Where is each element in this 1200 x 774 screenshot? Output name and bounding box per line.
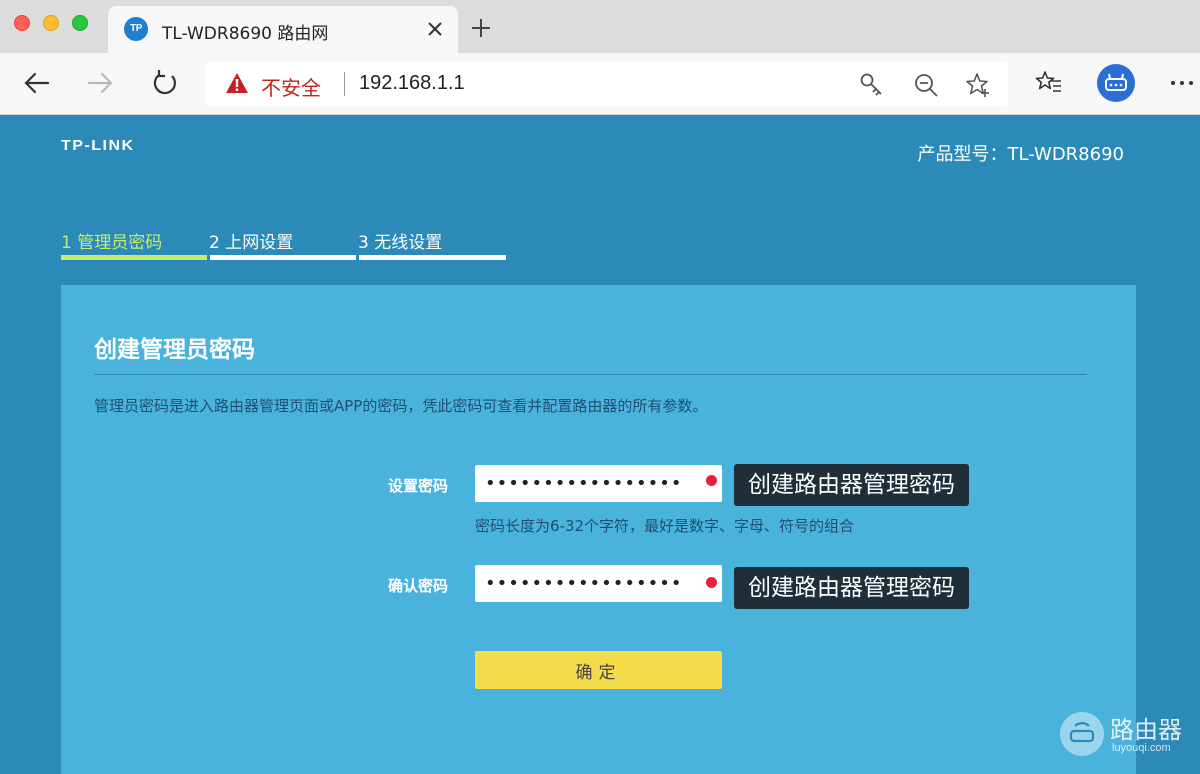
confirm-password-input[interactable] [475,565,722,602]
required-indicator-icon [706,577,717,588]
create-password-panel: 创建管理员密码 管理员密码是进入路由器管理页面或APP的密码，凭此密码可查看并配… [61,285,1136,774]
browser-toolbar: 不安全 192.168.1.1 [0,53,1200,115]
tp-link-favicon-icon: TP [124,17,148,41]
tab-title: TL-WDR8690 路由网 [162,24,329,44]
router-setup-page: TP-LINK 产品型号：TL-WDR8690 1 管理员密码 2 上网设置 3… [0,115,1200,774]
address-separator [344,72,345,96]
more-horizontal-icon[interactable] [1168,69,1196,97]
step-wireless-settings: 3 无线设置 [358,233,443,253]
favorites-list-icon[interactable] [1035,69,1063,97]
step-progress-bar-3 [359,255,506,260]
panel-divider [94,374,1087,375]
step-internet-settings: 2 上网设置 [209,233,294,253]
router-logo-icon [1060,712,1104,756]
watermark-domain: luyouqi.com [1112,742,1171,754]
maximize-window-button[interactable] [72,15,88,31]
step-progress-bar-2 [210,255,356,260]
url-text[interactable]: 192.168.1.1 [359,72,465,95]
key-icon[interactable] [859,72,885,98]
confirm-password-tooltip: 创建路由器管理密码 [734,567,969,609]
profile-icon[interactable] [1097,64,1135,102]
zoom-out-icon[interactable] [913,72,939,98]
required-indicator-icon [706,475,717,486]
set-password-label: 设置密码 [388,477,449,495]
set-password-input[interactable] [475,465,722,502]
arrow-right-icon[interactable] [85,68,115,98]
security-status-label[interactable]: 不安全 [261,72,321,101]
product-model: 产品型号：TL-WDR8690 [917,144,1124,165]
close-window-button[interactable] [14,15,30,31]
star-plus-icon[interactable] [965,72,991,98]
step-admin-password: 1 管理员密码 [61,233,163,253]
panel-title: 创建管理员密码 [94,337,255,363]
confirm-password-label: 确认密码 [388,577,449,595]
password-tooltip: 创建路由器管理密码 [734,464,969,506]
password-hint: 密码长度为6-32个字符，最好是数字、字母、符号的组合 [475,517,855,535]
step-progress-bar-1 [61,255,207,260]
router-avatar-icon [1105,73,1127,91]
browser-tab-bar: TP TL-WDR8690 路由网 [0,0,1200,53]
warning-icon[interactable] [225,72,249,94]
site-watermark: 路由器 luyouqi.com [1060,710,1186,758]
watermark-title: 路由器 [1110,716,1182,744]
new-tab-icon[interactable] [470,17,492,39]
panel-description: 管理员密码是进入路由器管理页面或APP的密码，凭此密码可查看并配置路由器的所有参… [94,397,708,415]
reload-icon[interactable] [150,68,180,98]
minimize-window-button[interactable] [43,15,59,31]
confirm-button[interactable]: 确定 [475,651,722,689]
close-icon[interactable] [424,18,446,40]
tp-link-logo: TP-LINK [61,137,135,154]
browser-tab[interactable]: TP TL-WDR8690 路由网 [108,6,458,53]
arrow-left-icon[interactable] [22,68,52,98]
address-bar[interactable]: 不安全 192.168.1.1 [205,62,1008,106]
